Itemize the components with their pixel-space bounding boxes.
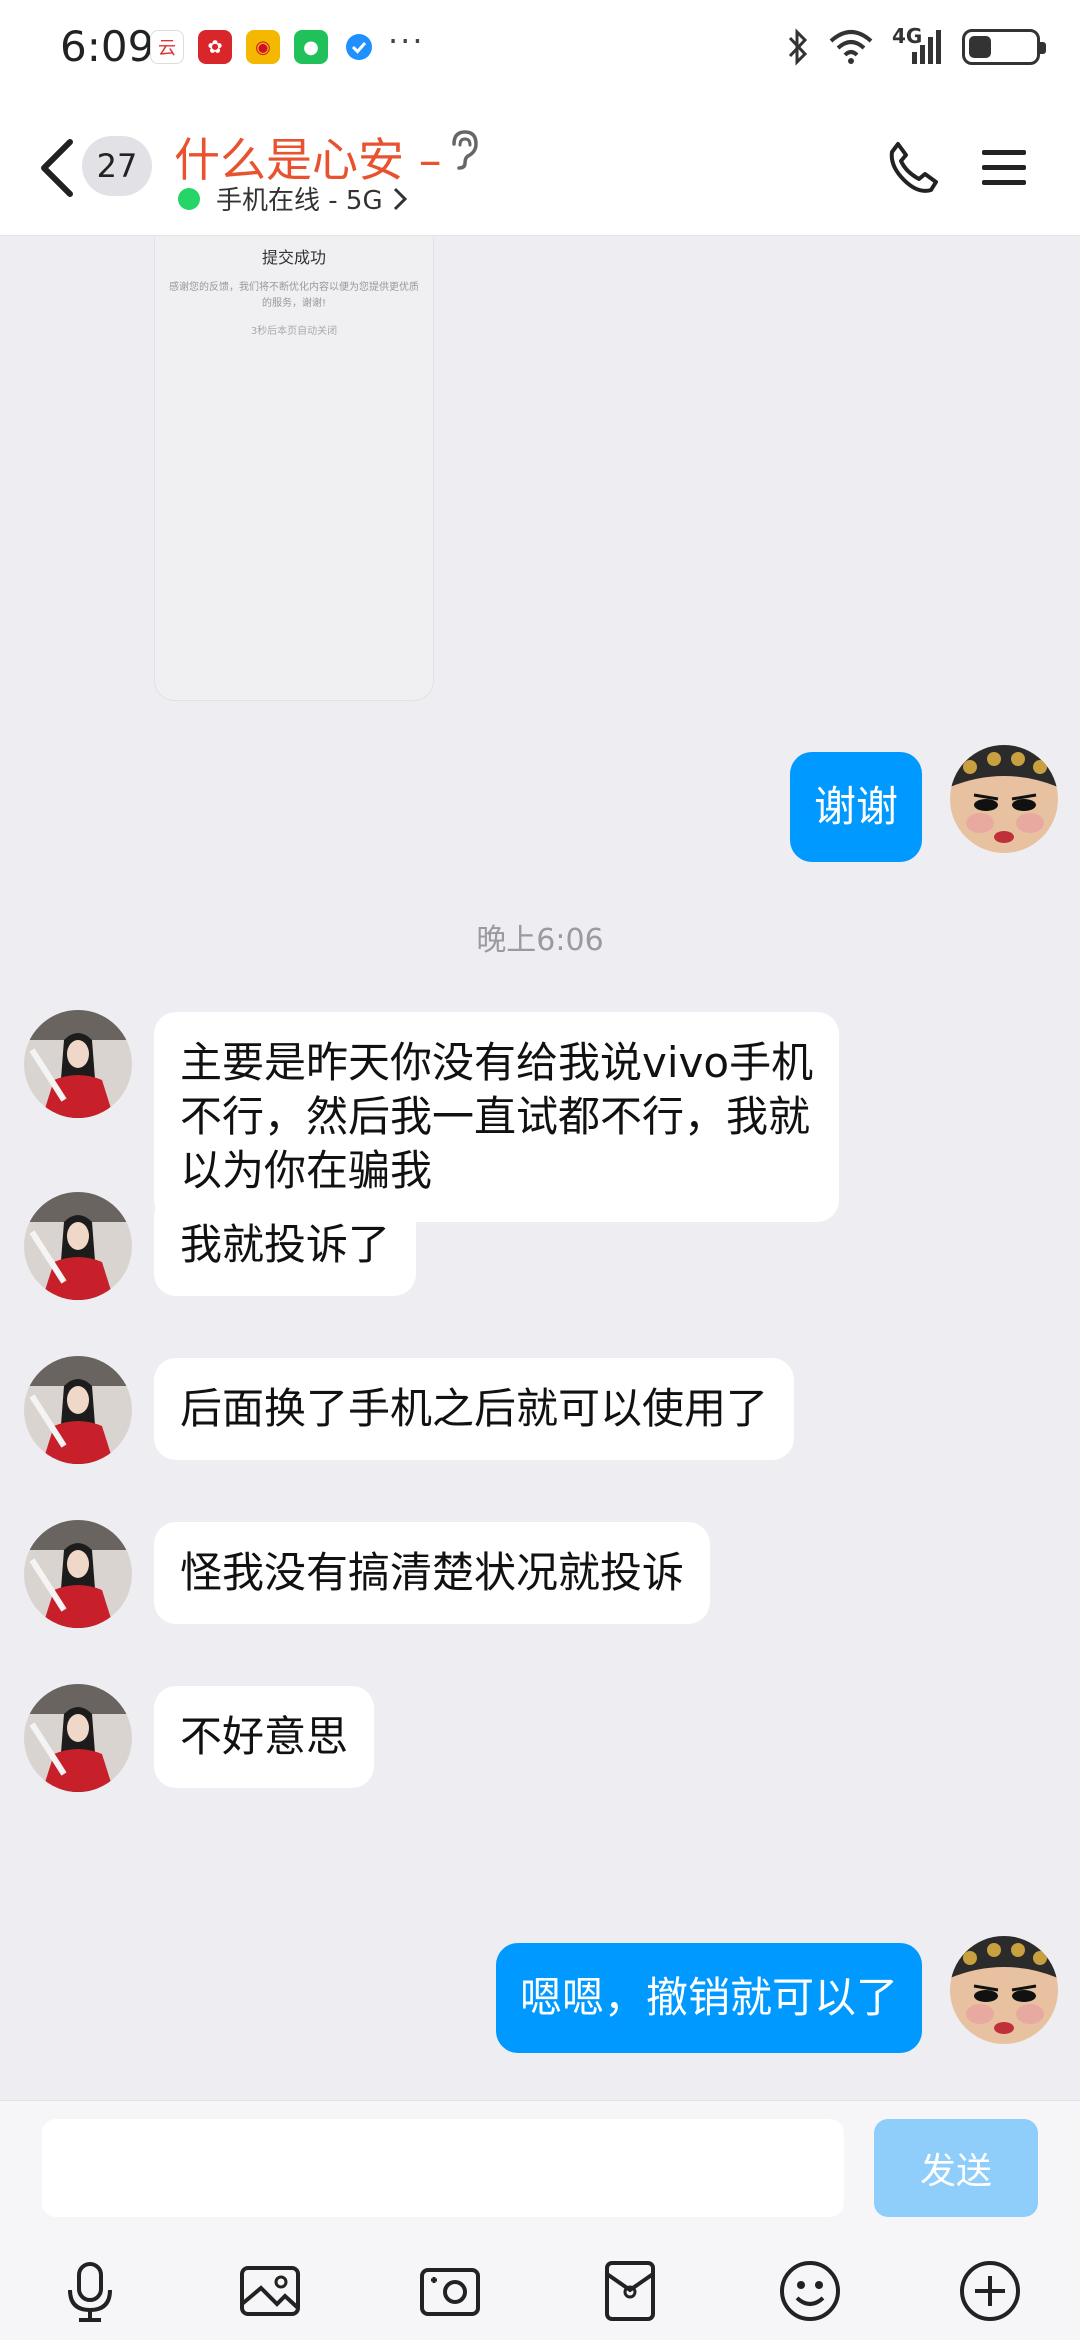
camera-icon — [420, 2268, 480, 2316]
contact-avatar[interactable] — [24, 1520, 132, 1628]
emoji-button[interactable] — [772, 2253, 848, 2329]
screenshot-image-message[interactable]: 提交成功 感谢您的反馈，我们将不断优化内容以便为您提供更优质的服务，谢谢! 3秒… — [154, 237, 434, 701]
photo-button[interactable] — [232, 2253, 308, 2329]
verified-icon — [342, 30, 376, 64]
emoji-icon — [780, 2261, 840, 2321]
my-avatar[interactable] — [950, 745, 1058, 853]
ear-icon[interactable] — [446, 128, 482, 172]
input-bar: 发送 — [0, 2100, 1080, 2340]
contact-avatar[interactable] — [24, 1356, 132, 1464]
input-toolbar — [0, 2253, 1080, 2329]
send-button[interactable]: 发送 — [874, 2119, 1038, 2217]
back-button[interactable] — [34, 136, 84, 200]
red-packet-button[interactable] — [592, 2253, 668, 2329]
screenshot-note: 3秒后本页自动关闭 — [250, 326, 338, 337]
status-time: 6:09 — [60, 22, 155, 71]
menu-button[interactable] — [980, 146, 1028, 190]
wechat-icon: ● — [294, 30, 328, 64]
contact-avatar[interactable] — [24, 1192, 132, 1300]
message-list[interactable]: 提交成功 感谢您的反馈，我们将不断优化内容以便为您提供更优质的服务，谢谢! 3秒… — [0, 237, 1080, 2100]
outgoing-message[interactable]: 谢谢 — [789, 752, 922, 862]
incoming-message[interactable]: 我就投诉了 — [154, 1194, 417, 1296]
message-line: 以为你在骗我 — [180, 1146, 433, 1195]
message-line: 主要是昨天你没有给我说vivo手机 — [180, 1038, 814, 1087]
signal-icon: 4G — [892, 24, 944, 66]
system-icons: 4G — [786, 24, 1046, 66]
message-timestamp: 晚上6:06 — [476, 923, 604, 958]
microphone-icon — [68, 2262, 112, 2322]
outgoing-message[interactable]: 嗯嗯，撤销就可以了 — [495, 1943, 922, 2053]
weibo-icon: ◉ — [246, 30, 280, 64]
contact-avatar[interactable] — [24, 1010, 132, 1118]
wifi-icon — [829, 30, 873, 64]
battery-icon — [962, 29, 1046, 65]
contact-avatar[interactable] — [24, 1684, 132, 1792]
status-bar: 6:09 云 ✿ ◉ ● ··· 4G — [0, 0, 1080, 100]
incoming-message[interactable]: 怪我没有搞清楚状况就投诉 — [154, 1522, 711, 1624]
red-packet-icon — [605, 2261, 655, 2321]
incoming-message[interactable]: 后面换了手机之后就可以使用了 — [154, 1358, 795, 1460]
incoming-message[interactable]: 主要是昨天你没有给我说vivo手机 不行，然后我一直试都不行，我就 以为你在骗我 — [154, 1012, 840, 1222]
phone-call-button[interactable] — [884, 140, 940, 196]
my-avatar[interactable] — [950, 1936, 1058, 2044]
plus-icon — [960, 2261, 1020, 2321]
message-line: 不行，然后我一直试都不行，我就 — [180, 1092, 811, 1141]
voice-button[interactable] — [52, 2253, 128, 2329]
incoming-message[interactable]: 不好意思 — [154, 1686, 375, 1788]
message-input[interactable] — [42, 2119, 844, 2217]
notification-icons: 云 ✿ ◉ ● — [150, 30, 376, 64]
bluetooth-icon — [788, 28, 808, 66]
online-indicator — [178, 188, 200, 210]
image-icon — [240, 2266, 300, 2316]
app-notification-icon: 云 — [150, 30, 184, 64]
online-status[interactable]: 手机在线 - 5G — [216, 180, 383, 217]
screenshot-title: 提交成功 — [261, 248, 326, 267]
chat-header: 27 什么是心安 – 手机在线 - 5G — [0, 100, 1080, 236]
more-notifications-icon: ··· — [388, 22, 425, 60]
screenshot-description: 感谢您的反馈，我们将不断优化内容以便为您提供更优质的服务，谢谢! — [169, 282, 419, 309]
chevron-right-icon — [393, 187, 408, 211]
more-button[interactable] — [952, 2253, 1028, 2329]
unread-count-badge[interactable]: 27 — [82, 136, 152, 196]
huawei-icon: ✿ — [198, 30, 232, 64]
camera-button[interactable] — [412, 2253, 488, 2329]
